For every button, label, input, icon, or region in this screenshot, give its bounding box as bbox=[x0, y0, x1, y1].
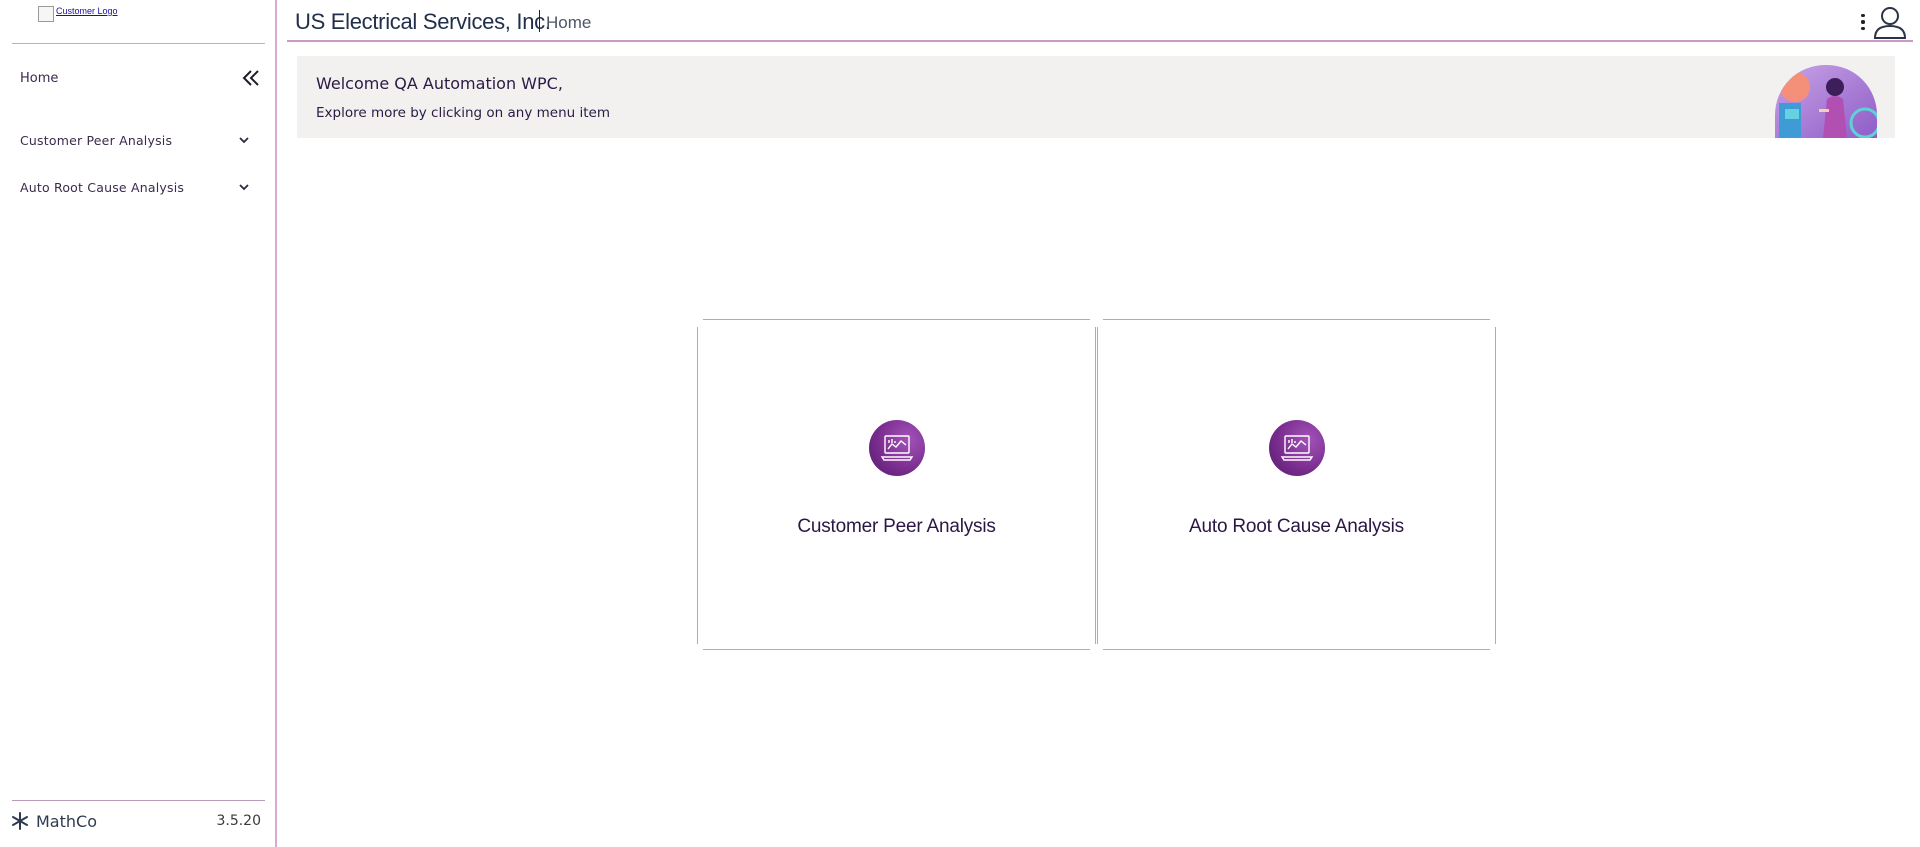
broken-image-icon bbox=[38, 6, 54, 22]
app-version: 3.5.20 bbox=[216, 813, 261, 829]
sidebar-item-label: Auto Root Cause Analysis bbox=[20, 179, 185, 195]
sidebar-divider bbox=[12, 43, 265, 44]
laptop-chart-icon bbox=[868, 420, 925, 476]
welcome-title: Welcome QA Automation WPC, bbox=[316, 74, 563, 93]
sidebar-footer-divider bbox=[12, 800, 265, 801]
sidebar-item-label: Customer Peer Analysis bbox=[20, 132, 173, 148]
laptop-chart-icon bbox=[1268, 420, 1325, 476]
breadcrumb-divider bbox=[539, 10, 540, 32]
brand-logo: MathCo bbox=[10, 811, 97, 831]
welcome-banner: Welcome QA Automation WPC, Explore more … bbox=[297, 56, 1895, 138]
card-label: Auto Root Cause Analysis bbox=[1189, 516, 1404, 537]
card-label: Customer Peer Analysis bbox=[797, 516, 996, 537]
sidebar-item-customer-peer-analysis[interactable]: Customer Peer Analysis bbox=[20, 129, 250, 151]
welcome-subtitle: Explore more by clicking on any menu ite… bbox=[316, 105, 610, 121]
sidebar-item-home[interactable]: Home bbox=[20, 66, 260, 90]
chevron-down-icon[interactable] bbox=[238, 134, 250, 146]
top-header: US Electrical Services, Inc. Home bbox=[287, 0, 1913, 42]
card-customer-peer-analysis[interactable]: Customer Peer Analysis bbox=[697, 318, 1096, 650]
asterisk-logo-icon bbox=[12, 812, 28, 830]
breadcrumb: Home bbox=[546, 13, 592, 32]
collapse-sidebar-icon[interactable] bbox=[242, 69, 260, 87]
more-options-icon[interactable] bbox=[1853, 10, 1873, 34]
sidebar: Customer Logo Home Customer Peer Analysi… bbox=[0, 0, 277, 847]
sidebar-item-auto-root-cause-analysis[interactable]: Auto Root Cause Analysis bbox=[20, 176, 250, 198]
card-auto-root-cause-analysis[interactable]: Auto Root Cause Analysis bbox=[1097, 318, 1496, 650]
user-profile-icon[interactable] bbox=[1873, 4, 1907, 45]
welcome-illustration bbox=[1775, 65, 1877, 138]
customer-logo[interactable]: Customer Logo bbox=[38, 6, 118, 22]
sidebar-item-label: Home bbox=[20, 70, 59, 86]
brand-name: MathCo bbox=[36, 811, 97, 831]
company-title: US Electrical Services, Inc. bbox=[295, 9, 551, 34]
module-cards: Customer Peer Analysis Auto Root Cause A… bbox=[697, 318, 1496, 650]
logo-alt-text: Customer Logo bbox=[56, 6, 118, 16]
chevron-down-icon[interactable] bbox=[238, 181, 250, 193]
